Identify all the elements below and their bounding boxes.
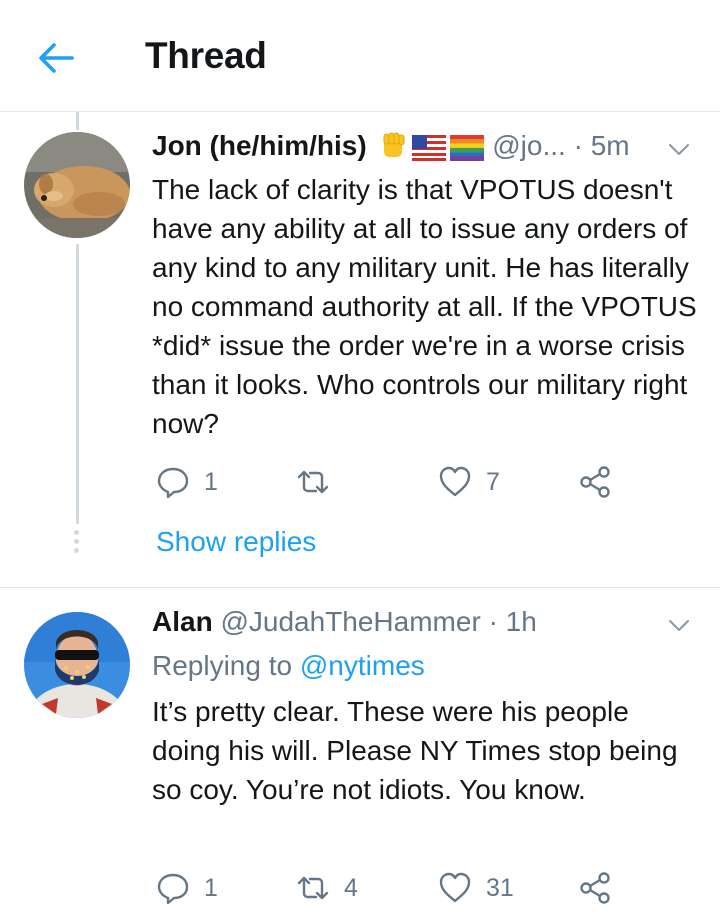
avatar[interactable] xyxy=(24,612,130,718)
back-arrow-icon[interactable] xyxy=(34,36,78,80)
reply-count: 1 xyxy=(204,467,218,496)
share-icon xyxy=(580,872,610,904)
timestamp[interactable]: 5m xyxy=(591,130,630,161)
tweet-actions: 1 4 31 xyxy=(152,868,632,908)
share-button[interactable] xyxy=(578,868,612,908)
timestamp[interactable]: 1h xyxy=(506,606,537,637)
retweet-icon xyxy=(297,470,329,494)
tweet[interactable]: Jon (he/him/his) @jo... · 5m The lack of… xyxy=(0,112,720,588)
like-button[interactable]: 31 xyxy=(438,868,514,908)
avatar[interactable] xyxy=(24,132,130,238)
tweet-text: It’s pretty clear. These were his people… xyxy=(152,696,678,805)
retweet-button[interactable]: 4 xyxy=(296,868,358,908)
separator-dot: · xyxy=(573,130,583,161)
heart-icon xyxy=(439,466,471,497)
chevron-down-icon[interactable] xyxy=(668,614,690,636)
raised-fist-emoji-icon xyxy=(378,131,408,168)
heart-icon xyxy=(439,872,471,903)
reply-icon xyxy=(157,467,189,499)
tweet[interactable]: Alan @JudahTheHammer · 1h Replying to @n… xyxy=(0,588,720,914)
like-count: 7 xyxy=(486,467,500,496)
page-title: Thread xyxy=(145,35,267,76)
top-bar: Thread xyxy=(0,0,720,112)
rainbow-flag-emoji-icon xyxy=(450,135,485,168)
replying-to: Replying to @nytimes xyxy=(152,650,425,682)
show-replies-link[interactable]: Show replies xyxy=(156,526,316,558)
reply-button[interactable]: 1 xyxy=(156,462,218,502)
author-name[interactable]: Jon (he/him/his) xyxy=(152,130,367,161)
tweet-actions: 1 7 xyxy=(152,462,632,502)
retweet-count: 4 xyxy=(344,873,358,902)
share-icon xyxy=(580,466,610,498)
separator-dot: · xyxy=(488,606,498,637)
retweet-button[interactable] xyxy=(296,462,344,502)
like-count: 31 xyxy=(486,873,514,902)
author-handle[interactable]: @jo... xyxy=(492,130,566,161)
tweet-header: Alan @JudahTheHammer · 1h xyxy=(152,606,690,646)
retweet-icon xyxy=(297,876,329,900)
replying-to-link[interactable]: @nytimes xyxy=(300,650,425,681)
author-handle[interactable]: @JudahTheHammer xyxy=(220,606,480,637)
author-name[interactable]: Alan xyxy=(152,606,213,637)
us-flag-emoji-icon xyxy=(412,135,447,168)
tweet-header: Jon (he/him/his) @jo... · 5m xyxy=(152,130,690,170)
reply-icon xyxy=(157,873,189,905)
replying-label: Replying to xyxy=(152,650,293,681)
chevron-down-icon[interactable] xyxy=(668,138,690,160)
reply-count: 1 xyxy=(204,873,218,902)
like-button[interactable]: 7 xyxy=(438,462,500,502)
tweet-text: The lack of clarity is that VPOTUS doesn… xyxy=(152,174,697,439)
reply-button[interactable]: 1 xyxy=(156,868,218,908)
share-button[interactable] xyxy=(578,462,612,502)
